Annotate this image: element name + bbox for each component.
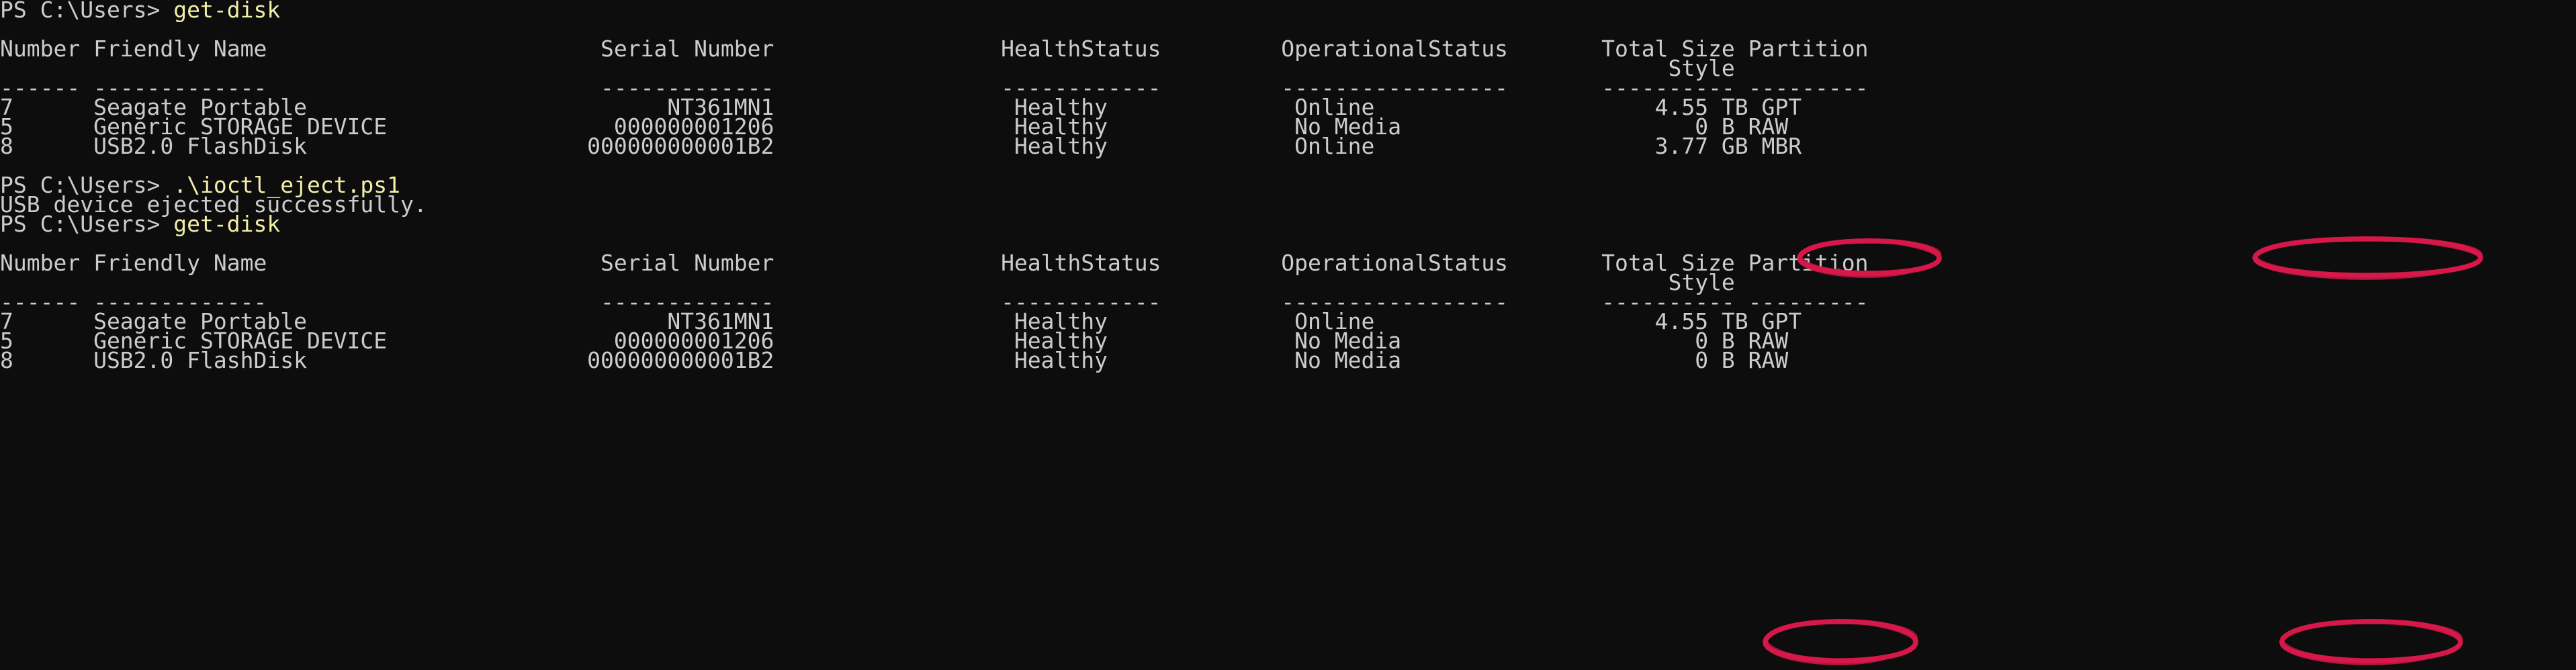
shell-command[interactable]: get-disk — [173, 0, 280, 23]
terminal-line-prompt-3: PS C:\Users> get-disk — [0, 211, 280, 237]
terminal-output-text: 8 USB2.0 FlashDisk 000000000001B2 Health… — [0, 347, 1789, 373]
annotation-circle-size-before — [2252, 236, 2483, 280]
shell-prompt: PS C:\Users> — [0, 0, 174, 23]
terminal-line-row-1-8: 8 USB2.0 FlashDisk 000000000001B2 Health… — [0, 133, 1802, 159]
annotation-circle-size-after — [2279, 619, 2463, 665]
terminal-line-row-2-8: 8 USB2.0 FlashDisk 000000000001B2 Health… — [0, 347, 1789, 373]
shell-prompt: PS C:\Users> — [0, 211, 174, 237]
powershell-terminal[interactable]: PS C:\Users> get-disk Number Friendly Nam… — [0, 0, 2576, 670]
terminal-line-prompt-1: PS C:\Users> get-disk — [0, 0, 280, 21]
shell-command[interactable]: get-disk — [173, 211, 280, 237]
terminal-output-text: 8 USB2.0 FlashDisk 000000000001B2 Health… — [0, 133, 1802, 159]
annotation-circle-nomedia-after — [1763, 619, 1918, 665]
